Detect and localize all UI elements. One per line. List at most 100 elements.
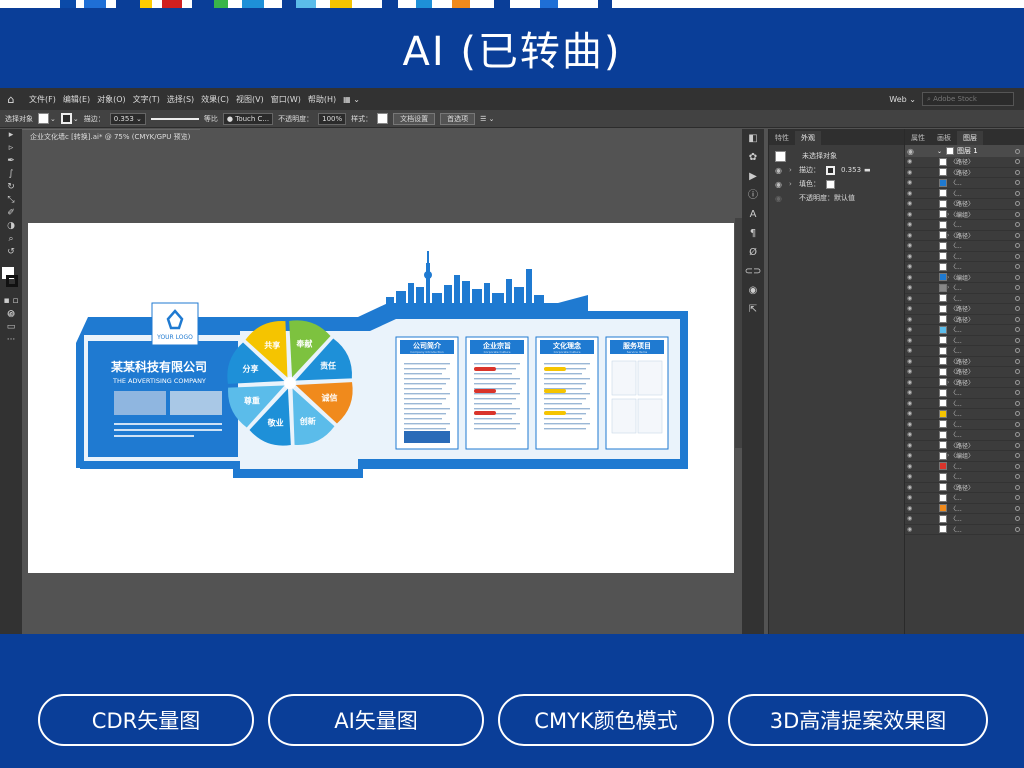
layer-row[interactable]: ◉ 〈... <box>905 325 1024 336</box>
target-icon[interactable] <box>1015 274 1020 280</box>
layer-row[interactable]: ◉ 〈路径〉 <box>905 441 1024 451</box>
eye-icon[interactable]: ◉ <box>907 284 919 291</box>
layer-name[interactable]: 〈... <box>950 336 962 345</box>
brush-field[interactable]: ● Touch C... <box>222 112 274 125</box>
stroke-swatch[interactable] <box>60 113 72 124</box>
target-icon[interactable] <box>1015 421 1020 427</box>
document-setup-button[interactable]: 文档设置 <box>393 112 436 125</box>
eye-icon[interactable]: ◉ <box>907 169 919 176</box>
layer-name[interactable]: 〈... <box>950 514 962 523</box>
chevron-right-icon[interactable]: › <box>947 211 949 218</box>
layer-row[interactable]: ◉ 〈... <box>905 241 1024 252</box>
eye-icon[interactable]: ◉ <box>907 368 919 375</box>
eye-icon[interactable]: ◉ <box>907 463 919 470</box>
menu-object[interactable]: 对象(O) <box>97 94 126 105</box>
eye-icon[interactable]: ◉ <box>907 242 919 249</box>
draw-mode-icon[interactable]: ◎ <box>0 308 22 321</box>
fill-swatch[interactable] <box>38 113 49 124</box>
layer-name[interactable]: 〈... <box>950 399 962 408</box>
target-icon[interactable] <box>1015 495 1020 501</box>
menu-window[interactable]: 窗口(W) <box>271 94 301 105</box>
layer-name[interactable]: 〈... <box>950 346 962 355</box>
eye-icon[interactable]: ◉ <box>907 452 919 459</box>
eye-icon[interactable]: ◉ <box>907 316 919 323</box>
stroke-weight-field[interactable]: 0.353 ⌄ <box>109 112 146 125</box>
eye-icon[interactable]: ◉ <box>907 179 919 186</box>
chevron-right-icon[interactable]: › <box>947 452 949 459</box>
layer-name[interactable]: 〈... <box>950 462 962 471</box>
layer-row[interactable]: ◉ › 〈编组〉 <box>905 273 1024 283</box>
actions-icon[interactable]: ▶ <box>742 167 764 186</box>
target-icon[interactable] <box>1015 516 1020 522</box>
chevron-right-icon[interactable]: › <box>947 284 949 291</box>
layer-row[interactable]: ◉ › 〈路径〉 <box>905 231 1024 241</box>
target-icon[interactable] <box>1015 484 1020 490</box>
links-icon[interactable]: ⊂⊃ <box>742 262 764 281</box>
symbols-icon[interactable]: ✿ <box>742 148 764 167</box>
character-icon[interactable]: A <box>742 205 764 224</box>
layer-row[interactable]: ◉ 〈... <box>905 409 1024 420</box>
target-icon[interactable] <box>1015 474 1020 480</box>
eye-icon[interactable]: ◉ <box>907 221 919 228</box>
stroke-row[interactable]: ◉ › 描边： 0.353 ▬ <box>769 163 904 177</box>
tab-properties[interactable]: 属性 <box>905 131 931 145</box>
chevron-right-icon[interactable]: › <box>947 379 949 386</box>
eye-icon[interactable]: ◉ <box>907 358 919 365</box>
layer-row[interactable]: ◉ 〈路径〉 <box>905 367 1024 378</box>
layer-row[interactable]: ◉ 〈... <box>905 346 1024 357</box>
target-icon[interactable] <box>1015 337 1020 343</box>
arrange-icon[interactable]: ☰ ⌄ <box>480 115 494 123</box>
eye-icon[interactable]: ◉ <box>907 484 919 491</box>
layer-name[interactable]: 〈... <box>950 241 962 250</box>
target-icon[interactable] <box>1015 463 1020 469</box>
eye-icon[interactable]: ◉ <box>907 505 919 512</box>
target-icon[interactable] <box>1015 232 1020 238</box>
eye-icon[interactable]: ◉ <box>907 326 919 333</box>
info-icon[interactable]: ⓘ <box>742 186 764 205</box>
layer-row[interactable]: ◉ 〈路径〉 <box>905 357 1024 367</box>
eye-icon[interactable]: ◉ <box>907 211 919 218</box>
target-icon[interactable] <box>1015 411 1020 417</box>
cdr-vector-button[interactable]: CDR矢量图 <box>38 694 254 746</box>
document-tab[interactable]: 企业文化墙c [转换].ai* @ 75% (CMYK/GPU 预览) × <box>22 129 200 155</box>
layer-row[interactable]: ◉ 〈... <box>905 493 1024 504</box>
layer-name[interactable]: 〈... <box>950 178 962 187</box>
target-icon[interactable] <box>1015 442 1020 448</box>
eye-icon[interactable]: ◉ <box>907 263 919 270</box>
target-icon[interactable] <box>1015 327 1020 333</box>
layer-row[interactable]: ◉ › 〈编组〉 <box>905 210 1024 220</box>
layer-name[interactable]: 〈... <box>950 252 962 261</box>
target-icon[interactable] <box>1015 390 1020 396</box>
layer-name[interactable]: 〈... <box>950 525 962 534</box>
color-mode-icon[interactable]: ▪ ▫ ⊘ <box>0 295 22 319</box>
target-icon[interactable] <box>1015 316 1020 322</box>
layer-row[interactable]: ◉ 〈... <box>905 294 1024 304</box>
layer-row[interactable]: ◉ 〈路径〉 <box>905 157 1024 168</box>
eye-icon[interactable]: ◉ <box>775 180 789 189</box>
swatches-icon[interactable]: ◧ <box>742 129 764 148</box>
appearance-icon[interactable]: ◉ <box>742 281 764 300</box>
layer-row[interactable]: ◉ 〈... <box>905 388 1024 399</box>
layer-name[interactable]: 〈编组〉 <box>950 210 974 219</box>
fill-color-swatch[interactable] <box>826 179 835 189</box>
pen-tool-icon[interactable]: ✒ <box>0 155 22 168</box>
layer-name[interactable]: 〈路径〉 <box>950 367 974 376</box>
export-icon[interactable]: ⇱ <box>742 300 764 319</box>
layer-name[interactable]: 〈路径〉 <box>950 304 974 313</box>
layer-row[interactable]: ◉ 〈... <box>905 336 1024 346</box>
layer-row[interactable]: ◉ 〈... <box>905 220 1024 231</box>
scale-tool-icon[interactable]: ⤡ <box>0 194 22 207</box>
chevron-down-icon[interactable]: ⌄ <box>937 148 942 155</box>
eye-icon[interactable]: ◉ <box>907 253 919 260</box>
layer-row[interactable]: ◉ 〈... <box>905 462 1024 472</box>
layer-name[interactable]: 〈... <box>950 189 962 198</box>
layer-row[interactable]: ◉ 〈... <box>905 262 1024 273</box>
layer-name[interactable]: 〈... <box>950 472 962 481</box>
tab-appearance[interactable]: 外观 <box>795 131 821 145</box>
fill-row[interactable]: ◉ › 填色： <box>769 177 904 191</box>
layer-row[interactable]: ◉ › 〈... <box>905 283 1024 294</box>
layer-row[interactable]: ◉ 〈... <box>905 504 1024 514</box>
artboard[interactable]: YOUR LOGO 某某科技有限公司 THE ADVERTISING COMPA… <box>28 223 734 573</box>
target-icon[interactable] <box>1015 222 1020 228</box>
chevron-right-icon[interactable]: › <box>789 166 799 174</box>
